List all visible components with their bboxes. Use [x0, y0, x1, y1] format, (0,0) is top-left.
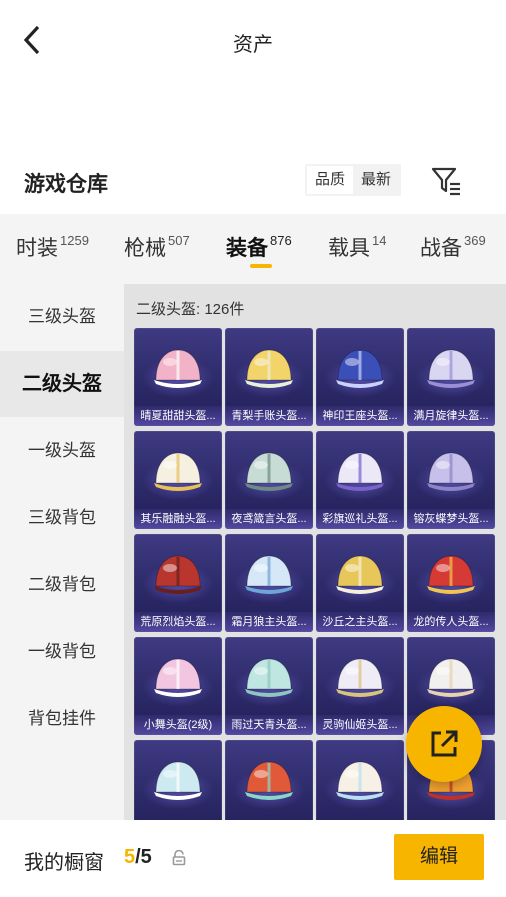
category-tabs: 时装 1259 枪械 507 装备 876 载具 14 战备 369: [0, 214, 506, 284]
tab-count: 1259: [60, 233, 89, 248]
showcase-current: 5: [124, 846, 136, 868]
sidebar-item-level2-backpack[interactable]: 二级背包: [0, 552, 124, 618]
filter-button[interactable]: [430, 164, 464, 198]
helmet-icon: [154, 452, 202, 491]
helmet-icon: [427, 349, 475, 388]
top-bar: 资产: [0, 0, 506, 80]
sidebar-item-level2-helmet[interactable]: 二级头盔: [0, 351, 124, 417]
item-count-label: 二级头盔: 126件: [136, 301, 245, 318]
item-card[interactable]: 满月旋律头盔...: [407, 328, 495, 426]
item-name: 神印王座头盔...: [316, 406, 404, 426]
item-card[interactable]: 彩旗巡礼头盔...: [316, 431, 404, 529]
page-title: 资产: [233, 34, 273, 56]
helmet-icon: [427, 658, 475, 697]
external-link-icon: [431, 730, 458, 757]
filter-icon: [431, 167, 460, 196]
helmet-icon: [245, 452, 293, 491]
tab-label: 枪械: [124, 237, 166, 260]
helmet-icon: [245, 555, 293, 594]
item-card[interactable]: 神印王座头盔...: [316, 328, 404, 426]
showcase-bar: 我的橱窗 5/5 编辑: [0, 820, 506, 897]
helmet-icon: [154, 555, 202, 594]
share-button[interactable]: [406, 706, 482, 782]
tab-label: 载具: [328, 237, 370, 260]
showcase-count: 5/5: [124, 846, 152, 869]
sidebar-item-backpack-charm[interactable]: 背包挂件: [0, 686, 124, 752]
item-card[interactable]: 其乐融融头盔...: [134, 431, 222, 529]
warehouse-title: 游戏仓库: [24, 173, 108, 196]
item-name: 雨过天青头盔...: [225, 715, 313, 735]
item-name: 青梨手账头盔...: [225, 406, 313, 426]
tab-vehicles[interactable]: 载具 14: [328, 232, 386, 262]
sort-latest-option[interactable]: 最新: [353, 166, 399, 194]
item-card[interactable]: 青梨手账头盔...: [225, 328, 313, 426]
edit-button[interactable]: 编辑: [394, 834, 484, 880]
tab-equipment[interactable]: 装备 876: [226, 232, 292, 262]
warehouse-header: 游戏仓库 品质 最新: [0, 150, 506, 210]
item-card[interactable]: 小舞头盔(2级): [134, 637, 222, 735]
helmet-icon: [154, 658, 202, 697]
tab-supplies[interactable]: 战备 369: [420, 232, 486, 262]
helmet-icon: [154, 761, 202, 800]
helmet-icon: [336, 349, 384, 388]
sidebar-item-level3-backpack[interactable]: 三级背包: [0, 485, 124, 551]
tab-count: 14: [372, 233, 387, 248]
helmet-icon: [427, 452, 475, 491]
tab-label: 战备: [420, 237, 462, 260]
tab-count: 507: [168, 233, 190, 248]
item-card[interactable]: 晴夏甜甜头盔...: [134, 328, 222, 426]
item-card[interactable]: 雨过天青头盔...: [225, 637, 313, 735]
active-tab-indicator: [250, 264, 272, 268]
item-name: 满月旋律头盔...: [407, 406, 495, 426]
helmet-icon: [245, 658, 293, 697]
item-card[interactable]: 龙的传人头盔...: [407, 534, 495, 632]
item-name: 灵驹仙姬头盔...: [316, 715, 404, 735]
tab-count: 876: [270, 233, 292, 248]
sidebar-item-level3-helmet[interactable]: 三级头盔: [0, 284, 124, 350]
tab-fashion[interactable]: 时装 1259: [16, 232, 89, 262]
item-name: 龙的传人头盔...: [407, 612, 495, 632]
helmet-icon: [336, 761, 384, 800]
showcase-label: 我的橱窗: [24, 852, 104, 874]
item-name: 夜鸢箴言头盔...: [225, 509, 313, 529]
item-card[interactable]: 霜月狼主头盔...: [225, 534, 313, 632]
sort-quality-option[interactable]: 品质: [307, 166, 354, 194]
tab-label: 时装: [16, 237, 58, 260]
subcategory-sidebar: 三级头盔 二级头盔 一级头盔 三级背包 二级背包 一级背包 背包挂件: [0, 284, 124, 820]
lock-icon: [172, 850, 186, 866]
tab-count: 369: [464, 233, 486, 248]
item-card[interactable]: 沙丘之主头盔...: [316, 534, 404, 632]
item-card[interactable]: [225, 740, 313, 820]
helmet-icon: [245, 349, 293, 388]
item-name: 沙丘之主头盔...: [316, 612, 404, 632]
sort-toggle: 品质 最新: [305, 164, 402, 196]
helmet-icon: [154, 349, 202, 388]
item-card[interactable]: [134, 740, 222, 820]
item-name: 晴夏甜甜头盔...: [134, 406, 222, 426]
item-card[interactable]: 荒原烈焰头盔...: [134, 534, 222, 632]
item-name: 彩旗巡礼头盔...: [316, 509, 404, 529]
helmet-icon: [336, 658, 384, 697]
tab-label: 装备: [226, 237, 268, 260]
helmet-icon: [245, 761, 293, 800]
item-card[interactable]: 镕灰蝶梦头盔...: [407, 431, 495, 529]
showcase-total: /5: [135, 846, 152, 868]
item-name: 其乐融融头盔...: [134, 509, 222, 529]
tab-firearms[interactable]: 枪械 507: [124, 232, 190, 262]
item-card[interactable]: [316, 740, 404, 820]
item-name: 霜月狼主头盔...: [225, 612, 313, 632]
sidebar-item-level1-backpack[interactable]: 一级背包: [0, 619, 124, 685]
item-card[interactable]: 灵驹仙姬头盔...: [316, 637, 404, 735]
helmet-icon: [336, 555, 384, 594]
item-name: 荒原烈焰头盔...: [134, 612, 222, 632]
item-name: 镕灰蝶梦头盔...: [407, 509, 495, 529]
item-card[interactable]: 夜鸢箴言头盔...: [225, 431, 313, 529]
sidebar-item-level1-helmet[interactable]: 一级头盔: [0, 418, 124, 484]
helmet-icon: [427, 555, 475, 594]
item-name: 小舞头盔(2级): [134, 715, 222, 735]
helmet-icon: [336, 452, 384, 491]
